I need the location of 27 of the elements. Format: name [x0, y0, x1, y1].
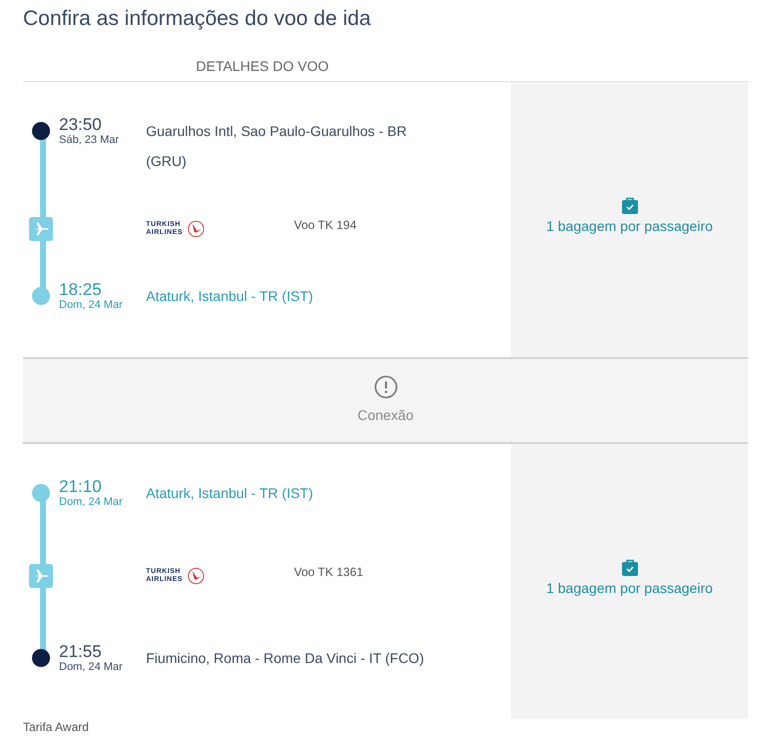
alert-icon — [374, 375, 398, 399]
page-title: Confira as informações do voo de ida — [23, 6, 371, 32]
airport-name: Ataturk, Istanbul - TR (IST) — [146, 484, 314, 503]
date: Dom, 24 Mar — [59, 661, 124, 673]
fare-type: Tarifa Award — [23, 719, 90, 736]
time: 21:55 — [59, 643, 103, 661]
connection-label: Conexão — [357, 406, 414, 425]
airplane-icon — [29, 216, 53, 240]
flight-number: Voo TK 194 — [294, 216, 356, 234]
flight-number: Voo TK 1361 — [294, 564, 364, 580]
airport-name: Ataturk, Istanbul - TR (IST) — [146, 287, 314, 306]
time: 21:10 — [59, 478, 103, 496]
date: Dom, 24 Mar — [59, 299, 124, 311]
time: 18:25 — [59, 281, 103, 299]
section-heading: DETALHES DO VOO — [196, 57, 329, 76]
airport-name: Guarulhos Intl, Sao Paulo-Guarulhos - BR (GRU) — [146, 122, 408, 171]
airport-name: Fiumicino, Roma - Rome Da Vinci - IT (FCO) — [146, 649, 425, 668]
date: Sáb, 23 Mar — [59, 134, 120, 146]
airplane-icon — [29, 564, 53, 588]
baggage-icon — [622, 196, 638, 214]
baggage-text: 1 bagagem por passageiro — [546, 578, 713, 598]
date: Dom, 24 Mar — [59, 496, 124, 508]
baggage-text: 1 bagagem por passageiro — [546, 216, 713, 236]
bird-logo-icon — [186, 220, 205, 238]
baggage-icon — [622, 558, 638, 576]
time: 23:50 — [59, 116, 103, 134]
bird-logo-icon — [186, 566, 205, 584]
